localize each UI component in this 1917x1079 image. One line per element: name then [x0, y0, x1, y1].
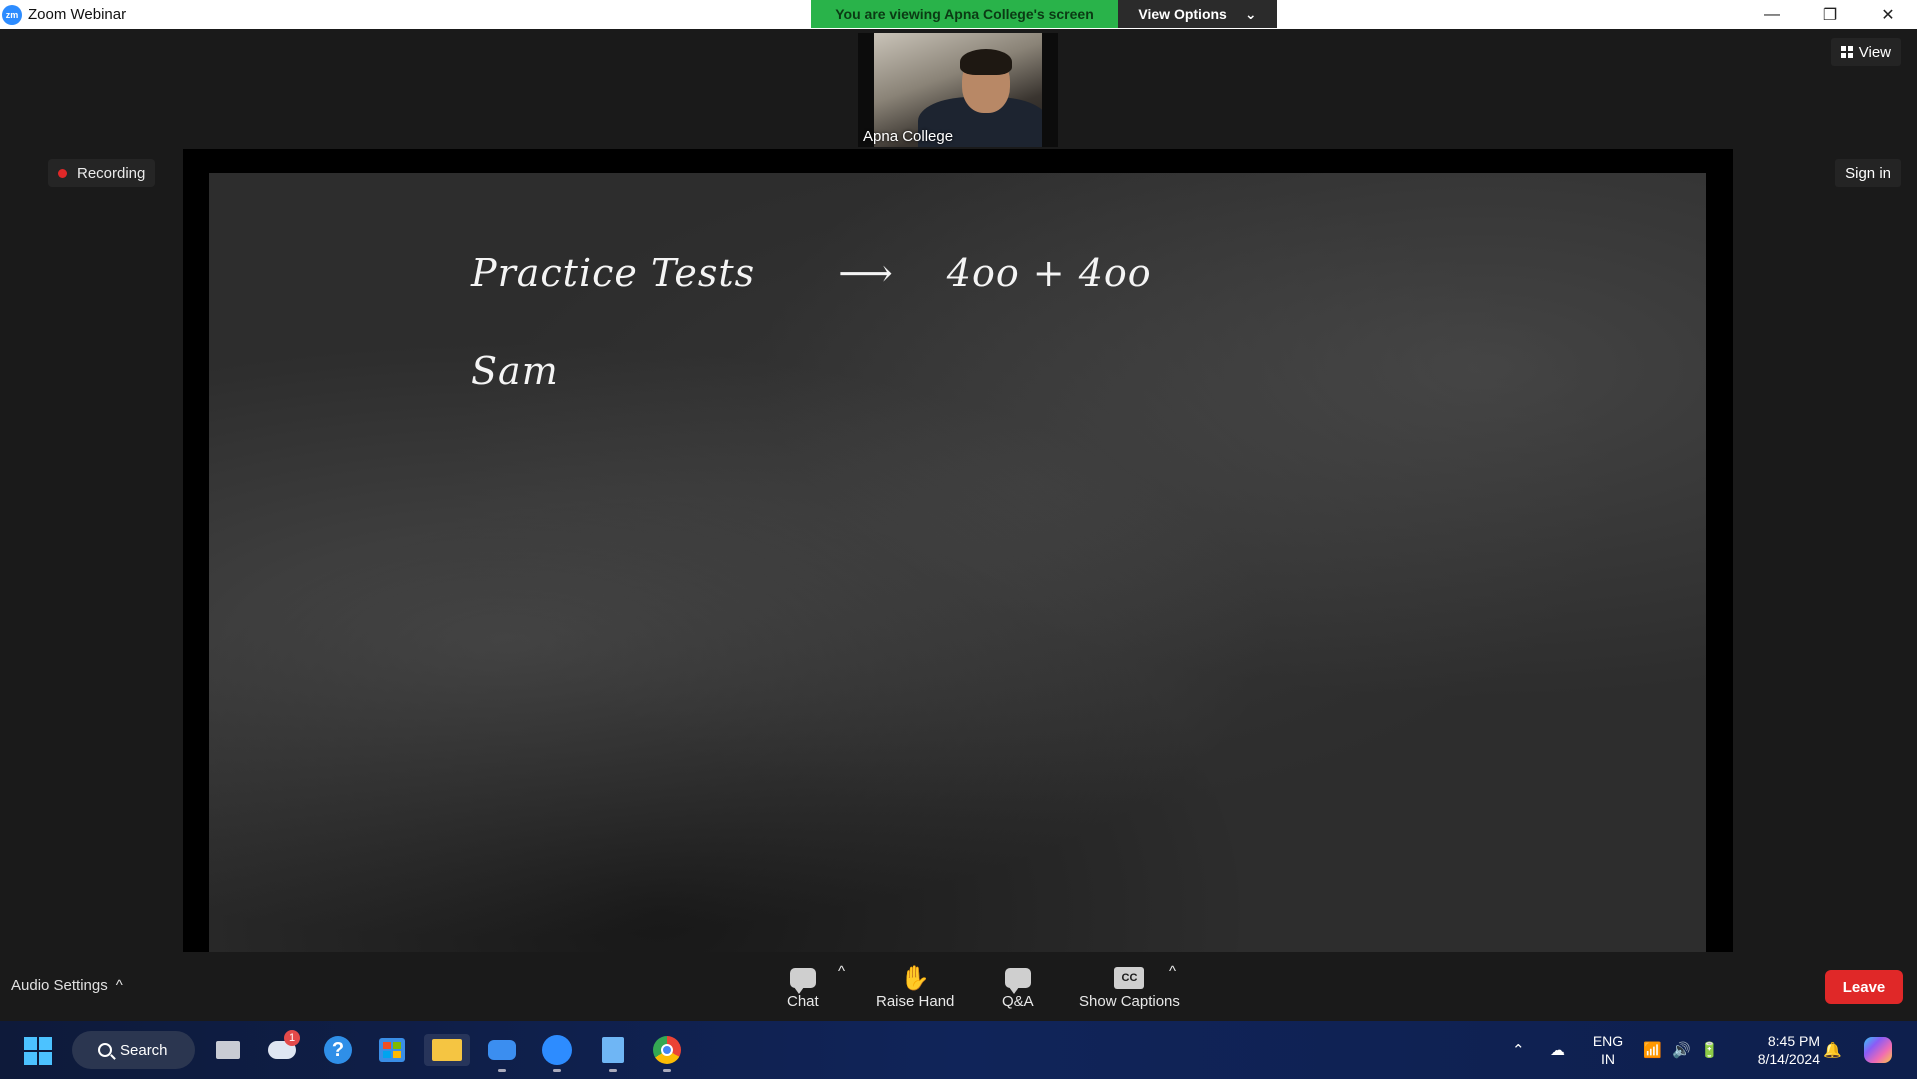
zoom-app-icon[interactable] — [541, 1034, 573, 1072]
chat-icon — [789, 968, 816, 994]
region-label: IN — [1601, 1051, 1615, 1067]
microsoft-store-icon[interactable] — [376, 1034, 408, 1066]
chat-options-caret[interactable]: ^ — [838, 963, 845, 980]
taskbar-app-icon[interactable] — [486, 1034, 518, 1072]
wifi-icon[interactable]: 📶 — [1643, 1041, 1662, 1059]
show-hidden-icons-button[interactable]: ⌃ — [1512, 1041, 1525, 1059]
window-title: Zoom Webinar — [28, 6, 127, 23]
volume-icon[interactable]: 🔊 — [1672, 1041, 1691, 1059]
notification-bell-icon[interactable]: 🔔 — [1823, 1041, 1842, 1059]
help-icon[interactable]: ? — [322, 1034, 354, 1066]
window-controls: — ❐ ✕ — [1743, 0, 1917, 29]
chalkboard-line-2: Sam — [471, 349, 559, 393]
close-button[interactable]: ✕ — [1859, 0, 1917, 29]
windows-start-icon[interactable] — [24, 1037, 52, 1065]
chrome-icon[interactable] — [651, 1034, 683, 1072]
captions-options-caret[interactable]: ^ — [1169, 963, 1176, 980]
recording-indicator: Recording — [48, 159, 156, 187]
qa-label: Q&A — [1002, 993, 1034, 1010]
qa-icon — [1004, 968, 1031, 994]
language-label: ENG — [1592, 1033, 1624, 1049]
chat-label: Chat — [787, 993, 819, 1010]
board-text-practice-tests: Practice Tests — [471, 251, 756, 295]
copilot-icon[interactable] — [1862, 1034, 1894, 1066]
screen-share-banner: You are viewing Apna College's screen Vi… — [811, 0, 1277, 28]
clock-date: 8/14/2024 — [1757, 1051, 1820, 1067]
zoom-logo-icon: zm — [2, 4, 22, 25]
meeting-stage: Apna College View Recording Sign in Prac… — [0, 29, 1917, 953]
weather-badge: 1 — [284, 1030, 300, 1046]
recording-dot-icon — [58, 168, 67, 178]
right-arrow-icon: ⟶ — [838, 251, 894, 295]
recording-label: Recording — [77, 164, 146, 182]
chat-button[interactable]: Chat — [787, 963, 819, 1010]
shared-screen: Practice Tests ⟶ 4oo + 4oo Sam — [183, 149, 1733, 952]
restore-button[interactable]: ❐ — [1801, 0, 1859, 29]
raise-hand-button[interactable]: ✋ Raise Hand — [876, 963, 955, 1011]
file-explorer-icon[interactable] — [424, 1034, 470, 1066]
captions-icon: CC — [1114, 967, 1145, 989]
grid-view-icon — [1840, 46, 1853, 58]
taskbar-search[interactable]: Search — [72, 1031, 195, 1069]
chalkboard: Practice Tests ⟶ 4oo + 4oo Sam — [209, 173, 1706, 952]
viewing-screen-text: You are viewing Apna College's screen — [811, 0, 1118, 28]
view-options-button[interactable]: View Options ⌄ — [1118, 0, 1277, 28]
show-captions-button[interactable]: CC Show Captions — [1079, 963, 1180, 1010]
speaker-video-thumbnail[interactable]: Apna College — [858, 33, 1058, 147]
speaker-name-label: Apna College — [863, 128, 954, 145]
title-bar: zm Zoom Webinar You are viewing Apna Col… — [0, 0, 1917, 29]
show-captions-label: Show Captions — [1079, 993, 1180, 1010]
board-text-score: 4oo + 4oo — [946, 251, 1152, 295]
chevron-up-icon: ^ — [115, 977, 123, 994]
clock[interactable]: 8:45 PM 8/14/2024 — [1738, 1032, 1820, 1068]
windows-taskbar: Search 1 ? ⌃ ☁ ENG IN 📶 🔊 🔋 8:45 PM 8/14… — [0, 1021, 1917, 1079]
qa-button[interactable]: Q&A — [1002, 963, 1034, 1010]
task-view-icon[interactable] — [212, 1034, 244, 1066]
onedrive-error-icon[interactable]: ☁ — [1550, 1041, 1565, 1059]
meeting-toolbar: Audio Settings ^ Chat ^ ✋ Raise Hand Q&A… — [0, 953, 1917, 1021]
clock-time: 8:45 PM — [1767, 1033, 1820, 1049]
chevron-down-icon: ⌄ — [1244, 5, 1257, 22]
taskbar-search-label: Search — [120, 1041, 168, 1059]
search-icon — [98, 1043, 112, 1057]
language-indicator[interactable]: ENG IN — [1590, 1032, 1626, 1068]
minimize-button[interactable]: — — [1743, 0, 1801, 29]
weather-icon[interactable]: 1 — [266, 1030, 300, 1066]
battery-icon[interactable]: 🔋 — [1700, 1041, 1719, 1059]
view-label: View — [1858, 43, 1891, 61]
view-options-label: View Options — [1138, 6, 1227, 22]
notepad-icon[interactable] — [597, 1034, 629, 1072]
raise-hand-label: Raise Hand — [876, 993, 955, 1010]
leave-button[interactable]: Leave — [1825, 970, 1903, 1004]
sign-in-button[interactable]: Sign in — [1835, 159, 1901, 187]
hand-icon: ✋ — [900, 964, 931, 992]
audio-settings-button[interactable]: Audio Settings ^ — [11, 977, 123, 994]
chalkboard-line-1: Practice Tests ⟶ 4oo + 4oo — [471, 251, 1152, 295]
audio-settings-label: Audio Settings — [11, 977, 108, 994]
view-button[interactable]: View — [1830, 38, 1901, 66]
